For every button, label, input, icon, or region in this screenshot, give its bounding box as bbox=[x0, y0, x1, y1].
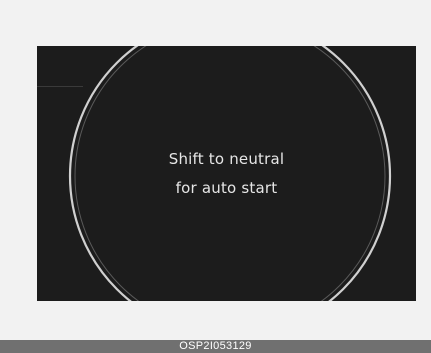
message-line-1: Shift to neutral bbox=[168, 150, 285, 168]
gauge-ring-inner bbox=[74, 46, 386, 301]
figure-frame: Shift to neutral for auto start OSP2I053… bbox=[0, 0, 431, 353]
instrument-cluster-display: Shift to neutral for auto start bbox=[37, 46, 416, 301]
caption-bar: OSP2I053129 bbox=[0, 340, 431, 353]
image-code-label: OSP2I053129 bbox=[179, 340, 252, 352]
message-line-2: for auto start bbox=[175, 179, 278, 197]
gauge-ring-outer bbox=[68, 46, 392, 301]
gauge-ring bbox=[68, 46, 392, 301]
